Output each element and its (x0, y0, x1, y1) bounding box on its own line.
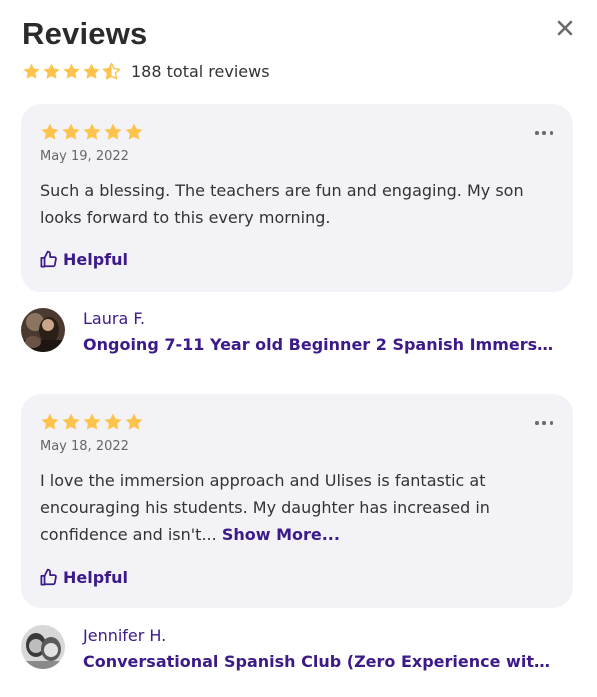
more-dots-icon (549, 421, 553, 425)
summary-star-rating (22, 62, 121, 81)
review-card: May 18, 2022 I love the immersion approa… (21, 394, 573, 608)
review-date: May 19, 2022 (40, 149, 129, 164)
rating-summary: 188 total reviews (22, 60, 270, 82)
close-icon[interactable] (554, 17, 576, 41)
more-dots-icon (542, 421, 546, 425)
total-reviews-count: 188 total reviews (131, 61, 270, 81)
show-more-link[interactable]: Show More... (222, 525, 340, 544)
reviewer-info: Laura F. Ongoing 7-11 Year old Beginner … (21, 307, 573, 357)
more-dots-icon (535, 131, 539, 135)
helpful-label: Helpful (63, 250, 129, 269)
more-options-button[interactable] (535, 125, 553, 141)
star-icon (104, 123, 122, 140)
close-button[interactable] (554, 17, 576, 41)
helpful-button[interactable]: Helpful (39, 568, 128, 587)
star-icon (83, 62, 100, 79)
star-icon (62, 413, 80, 430)
thumbs-up-icon (40, 250, 57, 268)
reviewer-info: Jennifer H. Conversational Spanish Club … (21, 624, 573, 674)
star-icon (62, 123, 80, 140)
helpful-button[interactable]: Helpful (39, 250, 128, 269)
avatar (21, 308, 65, 352)
review-card: May 19, 2022 Such a blessing. The teache… (21, 104, 573, 292)
reviewer-name[interactable]: Laura F. (83, 309, 145, 328)
star-icon (125, 413, 143, 430)
review-body: Such a blessing. The teachers are fun an… (40, 181, 524, 227)
more-options-button[interactable] (535, 415, 553, 431)
star-icon (125, 123, 143, 140)
thumbs-up-icon (40, 568, 57, 586)
page-title: Reviews (22, 16, 148, 51)
course-link[interactable]: Conversational Spanish Club (Zero Experi… (83, 652, 555, 671)
star-icon (83, 123, 101, 140)
course-link[interactable]: Ongoing 7-11 Year old Beginner 2 Spanish… (83, 335, 555, 354)
review-star-rating (40, 122, 144, 142)
star-icon (41, 123, 59, 140)
helpful-label: Helpful (63, 568, 129, 587)
star-icon (104, 413, 122, 430)
avatar (21, 625, 65, 669)
review-star-rating (40, 412, 144, 432)
star-icon (43, 62, 60, 79)
review-text: Such a blessing. The teachers are fun an… (40, 177, 550, 231)
review-text: I love the immersion approach and Ulises… (40, 467, 550, 548)
half-star-icon (102, 62, 121, 79)
star-icon (41, 413, 59, 430)
review-date: May 18, 2022 (40, 439, 129, 454)
more-dots-icon (549, 131, 553, 135)
reviewer-name[interactable]: Jennifer H. (83, 626, 166, 645)
star-icon (23, 62, 40, 79)
more-dots-icon (535, 421, 539, 425)
star-icon (83, 413, 101, 430)
star-icon (63, 62, 80, 79)
more-dots-icon (542, 131, 546, 135)
